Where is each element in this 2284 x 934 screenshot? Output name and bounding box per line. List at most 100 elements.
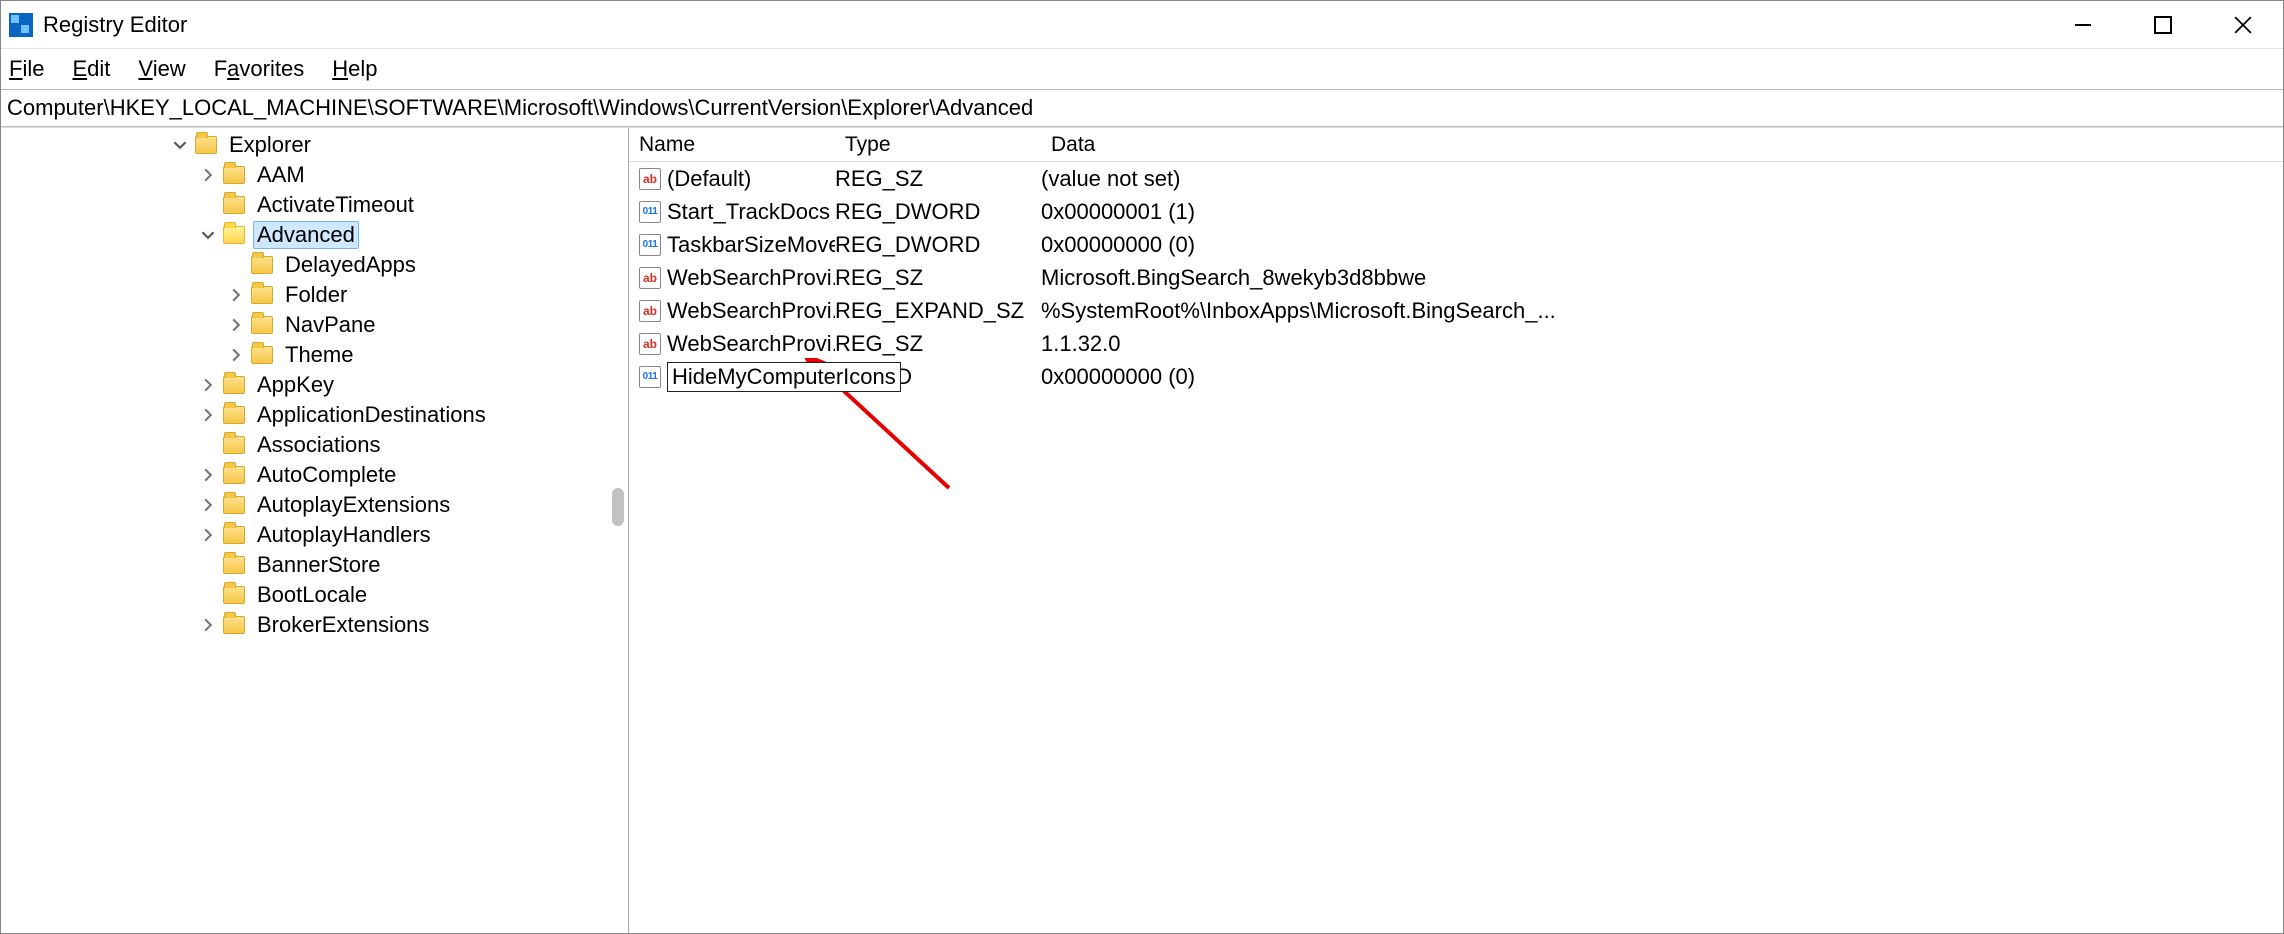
tree-item-label: Folder [281,281,351,309]
folder-icon [223,526,245,544]
tree-item-applicationdestinations[interactable]: ApplicationDestinations [1,400,628,430]
chevron-right-icon[interactable] [197,524,219,546]
value-row[interactable]: WebSearchProvi...REG_EXPAND_SZ%SystemRoo… [629,294,2283,327]
maximize-button[interactable] [2123,1,2203,49]
value-row[interactable]: HideMyComputerIcons)WORD0x00000000 (0) [629,360,2283,393]
value-row[interactable]: TaskbarSizeMoveREG_DWORD0x00000000 (0) [629,228,2283,261]
menu-favorites[interactable]: Favorites [214,56,305,82]
value-data: 0x00000001 (1) [1041,199,2283,225]
main-split: ExplorerAAMActivateTimeoutAdvancedDelaye… [1,127,2283,933]
tree-item-autocomplete[interactable]: AutoComplete [1,460,628,490]
menu-file[interactable]: File [9,56,44,82]
address-path: Computer\HKEY_LOCAL_MACHINE\SOFTWARE\Mic… [7,95,1033,121]
chevron-right-icon[interactable] [197,404,219,426]
minimize-button[interactable] [2043,1,2123,49]
value-data: 0x00000000 (0) [1041,232,2283,258]
tree-item-appkey[interactable]: AppKey [1,370,628,400]
list-body: (Default)REG_SZ(value not set)Start_Trac… [629,162,2283,393]
value-name: WebSearchProvi... [667,265,835,291]
menu-view[interactable]: View [138,56,185,82]
tree-item-aam[interactable]: AAM [1,160,628,190]
chevron-right-icon[interactable] [225,314,247,336]
tree-item-label: AutoplayHandlers [253,521,435,549]
chevron-right-icon[interactable] [197,464,219,486]
tree-item-bannerstore[interactable]: BannerStore [1,550,628,580]
value-data: %SystemRoot%\InboxApps\Microsoft.BingSea… [1041,298,2283,324]
value-name: WebSearchProvi... [667,298,835,324]
folder-icon [251,256,273,274]
tree-item-activatetimeout[interactable]: ActivateTimeout [1,190,628,220]
regedit-icon [9,13,33,37]
tree-item-delayedapps[interactable]: DelayedApps [1,250,628,280]
title-bar: Registry Editor [1,1,2283,49]
chevron-right-icon[interactable] [225,284,247,306]
chevron-right-icon[interactable] [197,374,219,396]
tree-item-navpane[interactable]: NavPane [1,310,628,340]
value-name: Start_TrackDocs [667,199,830,225]
tree-item-label: ActivateTimeout [253,191,418,219]
chevron-right-icon[interactable] [197,494,219,516]
folder-icon [223,556,245,574]
tree-item-label: Explorer [225,131,315,159]
tree-pane[interactable]: ExplorerAAMActivateTimeoutAdvancedDelaye… [1,128,629,933]
string-value-icon [639,300,661,322]
tree-item-associations[interactable]: Associations [1,430,628,460]
list-pane[interactable]: Name Type Data (Default)REG_SZ(value not… [629,128,2283,933]
folder-icon [223,436,245,454]
value-type: REG_DWORD [835,199,1041,225]
value-data: 0x00000000 (0) [1041,364,2283,390]
folder-icon [195,136,217,154]
menu-help[interactable]: Help [332,56,377,82]
value-name: (Default) [667,166,751,192]
tree-item-theme[interactable]: Theme [1,340,628,370]
tree-item-explorer[interactable]: Explorer [1,130,628,160]
column-header-type[interactable]: Type [835,128,1041,161]
chevron-right-icon[interactable] [197,614,219,636]
folder-icon [251,316,273,334]
value-row[interactable]: WebSearchProvi...REG_SZMicrosoft.BingSea… [629,261,2283,294]
folder-icon [223,226,245,244]
menu-bar: File Edit View Favorites Help [1,49,2283,89]
tree-item-label: Associations [253,431,385,459]
tree-item-label: BootLocale [253,581,371,609]
tree-item-autoplayhandlers[interactable]: AutoplayHandlers [1,520,628,550]
chevron-right-icon[interactable] [197,164,219,186]
tree-item-label: BrokerExtensions [253,611,433,639]
folder-icon [223,616,245,634]
value-type: REG_EXPAND_SZ [835,298,1041,324]
chevron-down-icon[interactable] [169,134,191,156]
string-value-icon [639,168,661,190]
close-button[interactable] [2203,1,2283,49]
value-row[interactable]: Start_TrackDocsREG_DWORD0x00000001 (1) [629,195,2283,228]
tree-item-brokerextensions[interactable]: BrokerExtensions [1,610,628,640]
column-header-data[interactable]: Data [1041,128,2283,161]
folder-icon [223,406,245,424]
dword-value-icon [639,201,661,223]
string-value-icon [639,333,661,355]
rename-input[interactable]: HideMyComputerIcons [667,362,901,392]
folder-icon [223,196,245,214]
tree-item-bootlocale[interactable]: BootLocale [1,580,628,610]
folder-icon [223,496,245,514]
tree-scrollbar-thumb[interactable] [612,488,624,526]
tree-item-folder[interactable]: Folder [1,280,628,310]
chevron-down-icon[interactable] [197,224,219,246]
chevron-right-icon[interactable] [225,344,247,366]
value-type: REG_SZ [835,331,1041,357]
address-bar[interactable]: Computer\HKEY_LOCAL_MACHINE\SOFTWARE\Mic… [1,89,2283,127]
tree-item-autoplayextensions[interactable]: AutoplayExtensions [1,490,628,520]
value-name: WebSearchProvi... [667,331,835,357]
column-header-name[interactable]: Name [629,128,835,161]
value-row[interactable]: (Default)REG_SZ(value not set) [629,162,2283,195]
window-title: Registry Editor [43,12,187,38]
value-row[interactable]: WebSearchProvi...REG_SZ1.1.32.0 [629,327,2283,360]
value-data: Microsoft.BingSearch_8wekyb3d8bbwe [1041,265,2283,291]
tree-item-label: AutoComplete [253,461,400,489]
tree-item-advanced[interactable]: Advanced [1,220,628,250]
dword-value-icon [639,234,661,256]
value-data: 1.1.32.0 [1041,331,2283,357]
menu-edit[interactable]: Edit [72,56,110,82]
folder-icon [223,586,245,604]
dword-value-icon [639,366,661,388]
folder-icon [223,376,245,394]
